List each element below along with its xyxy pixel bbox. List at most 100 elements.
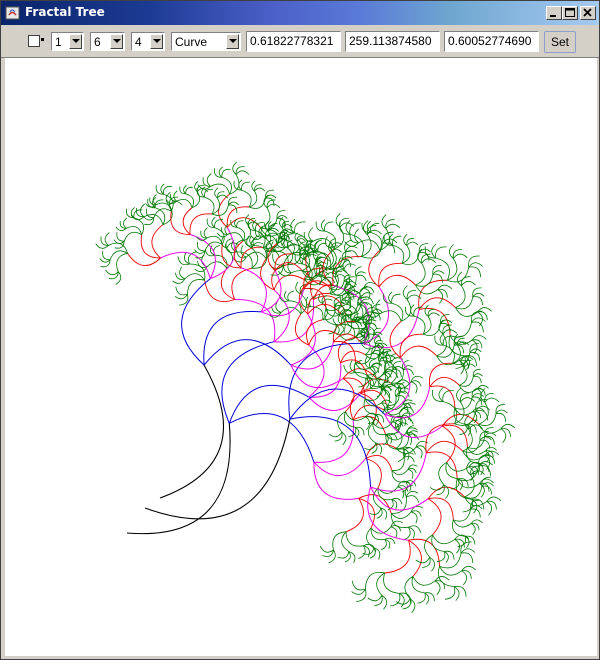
tree-branch [404, 455, 415, 463]
tree-branch [159, 364, 225, 499]
combo-1[interactable]: 1 [51, 32, 84, 51]
tree-branch [289, 388, 386, 420]
tree-branch [211, 205, 229, 216]
tree-branch [273, 299, 315, 343]
tree-branch [390, 511, 412, 519]
tree-branch [427, 498, 442, 536]
tree-branch [116, 232, 125, 242]
tree-branch [370, 526, 392, 534]
tree-branch [127, 253, 161, 266]
tree-branch [123, 231, 142, 242]
tree-branch [415, 274, 434, 287]
tree-branch [454, 410, 477, 426]
tree-branch [322, 298, 333, 304]
tree-branch [385, 223, 401, 229]
close-button[interactable] [580, 6, 596, 20]
tree-branch [391, 293, 401, 304]
tree-branch [358, 239, 381, 251]
combo-2[interactable]: 6 [90, 32, 125, 51]
tree-branch [427, 312, 440, 317]
chevron-down-icon [113, 39, 121, 43]
tree-branch [426, 451, 458, 480]
toolbar: 1 6 4 Curve 0.61822778321 259.113874580 [1, 25, 599, 58]
tree-branch [408, 539, 422, 577]
tree-branch [328, 431, 343, 438]
tree-branch [294, 221, 306, 234]
combo-2-value: 6 [94, 35, 101, 49]
tree-branch [455, 285, 466, 308]
tree-branch [389, 320, 402, 359]
tree-branch [464, 474, 475, 498]
tree-branch [447, 267, 470, 283]
tree-branch [351, 580, 366, 591]
tree-branch [410, 511, 418, 524]
tree-branch [470, 523, 476, 536]
tree-branch [375, 299, 381, 315]
tree-branch [363, 287, 371, 300]
tree-branch [432, 534, 455, 545]
tree-branch [290, 364, 344, 388]
tree-branch [366, 527, 375, 549]
mode-select[interactable]: Curve [171, 32, 241, 51]
tree-branch [353, 362, 366, 379]
tree-branch [355, 353, 373, 365]
param-field-1[interactable]: 0.61822778321 [246, 31, 341, 52]
tree-branch [203, 188, 213, 198]
title-bar[interactable]: Fractal Tree [1, 1, 599, 25]
tree-branch [436, 345, 455, 358]
tree-branch [342, 378, 355, 413]
combo-1-dropdown[interactable] [69, 34, 82, 49]
tree-branch [229, 413, 315, 463]
tree-branch [435, 257, 450, 281]
tree-branch [379, 310, 402, 322]
tree-branch [376, 572, 385, 596]
tree-branches [95, 161, 516, 613]
tree-branch [123, 217, 128, 229]
option-checkbox[interactable] [28, 35, 40, 47]
param-field-3[interactable]: 0.60052774690 [444, 31, 539, 52]
tree-branch [184, 273, 205, 281]
tree-branch [392, 244, 405, 264]
tree-branch [345, 498, 364, 533]
tree-branch [261, 288, 305, 317]
chevron-down-icon [229, 39, 237, 43]
tree-branch [367, 595, 383, 602]
tree-branch [236, 226, 246, 242]
minimize-button[interactable] [546, 6, 562, 20]
minimize-icon [550, 15, 556, 17]
tree-branch [390, 593, 401, 607]
tree-branch [254, 187, 266, 192]
tree-branch [313, 462, 359, 500]
tree-branch [296, 238, 306, 242]
tree-branch [364, 389, 382, 401]
tree-branch [406, 241, 419, 246]
tree-branch [140, 203, 145, 218]
tree-branch [308, 330, 340, 346]
tree-branch [484, 397, 500, 403]
tree-branch [185, 193, 194, 208]
tree-branch [173, 190, 178, 202]
tree-branch [155, 207, 166, 225]
java-cup-icon [5, 6, 20, 20]
combo-3-dropdown[interactable] [150, 34, 163, 49]
tree-branch [144, 418, 291, 520]
set-button[interactable]: Set [544, 31, 576, 53]
tree-branch [319, 545, 334, 553]
combo-3[interactable]: 4 [131, 32, 165, 51]
tree-branch [234, 298, 276, 342]
fractal-canvas[interactable] [5, 58, 597, 656]
maximize-button[interactable] [562, 6, 578, 20]
tree-branch [463, 363, 476, 368]
tree-branch [496, 412, 507, 422]
tree-branch [153, 208, 172, 218]
mode-select-dropdown[interactable] [226, 34, 239, 49]
tree-branch [369, 507, 382, 515]
combo-2-dropdown[interactable] [110, 34, 123, 49]
param-field-2[interactable]: 259.113874580 [345, 31, 440, 52]
tree-branch [471, 321, 484, 333]
tree-branch [471, 339, 478, 355]
tree-branch [423, 323, 441, 336]
tree-branch [203, 339, 292, 366]
tree-branch [473, 375, 482, 384]
tree-branch [452, 253, 468, 259]
